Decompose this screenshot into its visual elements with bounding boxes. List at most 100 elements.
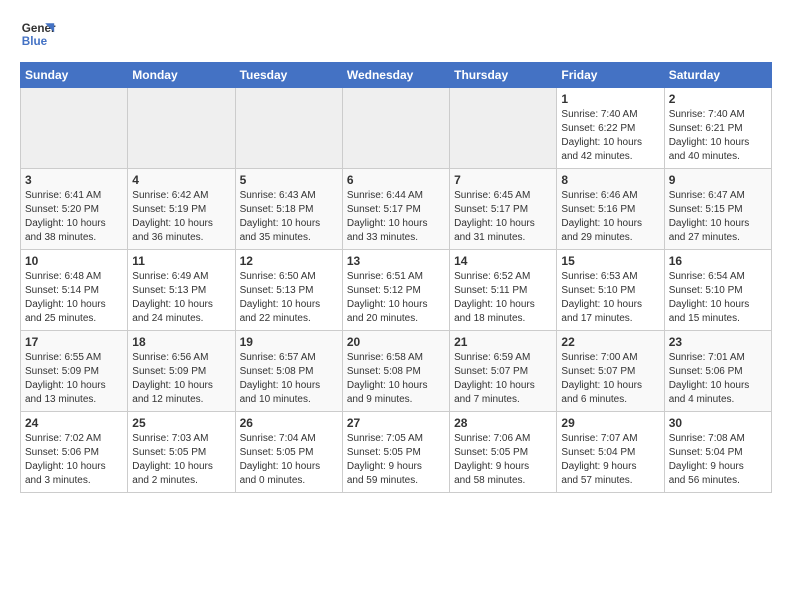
weekday-header-thursday: Thursday	[450, 63, 557, 88]
day-number: 25	[132, 416, 230, 430]
day-info: Sunrise: 6:57 AM Sunset: 5:08 PM Dayligh…	[240, 351, 338, 407]
day-number: 13	[347, 254, 445, 268]
day-info: Sunrise: 6:41 AM Sunset: 5:20 PM Dayligh…	[25, 189, 123, 245]
calendar-cell: 6 Sunrise: 6:44 AM Sunset: 5:17 PM Daylig…	[342, 169, 449, 250]
day-number: 4	[132, 173, 230, 187]
day-number: 18	[132, 335, 230, 349]
day-info: Sunrise: 6:43 AM Sunset: 5:18 PM Dayligh…	[240, 189, 338, 245]
calendar-cell: 3 Sunrise: 6:41 AM Sunset: 5:20 PM Daylig…	[21, 169, 128, 250]
day-number: 15	[561, 254, 659, 268]
day-info: Sunrise: 7:01 AM Sunset: 5:06 PM Dayligh…	[669, 351, 767, 407]
weekday-header-monday: Monday	[128, 63, 235, 88]
day-number: 6	[347, 173, 445, 187]
calendar-cell: 7Sunrise: 6:45 AM Sunset: 5:17 PM Daylig…	[450, 169, 557, 250]
calendar-cell: 28 Sunrise: 7:06 AM Sunset: 5:05 PM Dayli…	[450, 412, 557, 493]
weekday-header-tuesday: Tuesday	[235, 63, 342, 88]
day-info: Sunrise: 6:53 AM Sunset: 5:10 PM Dayligh…	[561, 270, 659, 326]
day-number: 8	[561, 173, 659, 187]
calendar-cell: 5 Sunrise: 6:43 AM Sunset: 5:18 PM Daylig…	[235, 169, 342, 250]
day-number: 22	[561, 335, 659, 349]
calendar-cell	[128, 88, 235, 169]
calendar-cell: 29 Sunrise: 7:07 AM Sunset: 5:04 PM Dayli…	[557, 412, 664, 493]
day-number: 20	[347, 335, 445, 349]
svg-text:Blue: Blue	[22, 35, 48, 48]
calendar-cell: 27 Sunrise: 7:05 AM Sunset: 5:05 PM Dayli…	[342, 412, 449, 493]
calendar-cell: 25Sunrise: 7:03 AM Sunset: 5:05 PM Dayli…	[128, 412, 235, 493]
day-info: Sunrise: 6:56 AM Sunset: 5:09 PM Dayligh…	[132, 351, 230, 407]
day-info: Sunrise: 6:58 AM Sunset: 5:08 PM Dayligh…	[347, 351, 445, 407]
day-info: Sunrise: 7:06 AM Sunset: 5:05 PM Dayligh…	[454, 432, 552, 488]
weekday-header-saturday: Saturday	[664, 63, 771, 88]
calendar-cell	[235, 88, 342, 169]
day-info: Sunrise: 6:47 AM Sunset: 5:15 PM Dayligh…	[669, 189, 767, 245]
day-info: Sunrise: 6:42 AM Sunset: 5:19 PM Dayligh…	[132, 189, 230, 245]
day-number: 24	[25, 416, 123, 430]
day-number: 10	[25, 254, 123, 268]
day-info: Sunrise: 6:59 AM Sunset: 5:07 PM Dayligh…	[454, 351, 552, 407]
calendar-cell: 12Sunrise: 6:50 AM Sunset: 5:13 PM Dayli…	[235, 250, 342, 331]
day-info: Sunrise: 7:40 AM Sunset: 6:21 PM Dayligh…	[669, 108, 767, 164]
day-number: 27	[347, 416, 445, 430]
day-number: 1	[561, 92, 659, 106]
calendar-cell: 21 Sunrise: 6:59 AM Sunset: 5:07 PM Dayli…	[450, 331, 557, 412]
calendar-cell: 9 Sunrise: 6:47 AM Sunset: 5:15 PM Daylig…	[664, 169, 771, 250]
calendar-cell: 1 Sunrise: 7:40 AM Sunset: 6:22 PM Daylig…	[557, 88, 664, 169]
calendar-cell: 20 Sunrise: 6:58 AM Sunset: 5:08 PM Dayli…	[342, 331, 449, 412]
logo-icon: General Blue	[20, 16, 56, 52]
day-info: Sunrise: 6:54 AM Sunset: 5:10 PM Dayligh…	[669, 270, 767, 326]
day-number: 29	[561, 416, 659, 430]
calendar-cell: 10 Sunrise: 6:48 AM Sunset: 5:14 PM Dayli…	[21, 250, 128, 331]
calendar-cell	[21, 88, 128, 169]
day-info: Sunrise: 7:04 AM Sunset: 5:05 PM Dayligh…	[240, 432, 338, 488]
calendar-header: General Blue	[20, 16, 772, 52]
day-number: 5	[240, 173, 338, 187]
calendar-cell: 22 Sunrise: 7:00 AM Sunset: 5:07 PM Dayli…	[557, 331, 664, 412]
day-number: 14	[454, 254, 552, 268]
day-number: 21	[454, 335, 552, 349]
calendar-cell: 8 Sunrise: 6:46 AM Sunset: 5:16 PM Daylig…	[557, 169, 664, 250]
calendar-cell: 23 Sunrise: 7:01 AM Sunset: 5:06 PM Dayli…	[664, 331, 771, 412]
day-info: Sunrise: 6:44 AM Sunset: 5:17 PM Dayligh…	[347, 189, 445, 245]
logo: General Blue	[20, 16, 58, 52]
week-row-3: 10 Sunrise: 6:48 AM Sunset: 5:14 PM Dayli…	[21, 250, 772, 331]
day-info: Sunrise: 6:49 AM Sunset: 5:13 PM Dayligh…	[132, 270, 230, 326]
calendar-cell: 18 Sunrise: 6:56 AM Sunset: 5:09 PM Dayli…	[128, 331, 235, 412]
day-number: 26	[240, 416, 338, 430]
calendar-cell: 19Sunrise: 6:57 AM Sunset: 5:08 PM Dayli…	[235, 331, 342, 412]
day-info: Sunrise: 6:48 AM Sunset: 5:14 PM Dayligh…	[25, 270, 123, 326]
calendar-cell: 14 Sunrise: 6:52 AM Sunset: 5:11 PM Dayli…	[450, 250, 557, 331]
week-row-2: 3 Sunrise: 6:41 AM Sunset: 5:20 PM Daylig…	[21, 169, 772, 250]
calendar-cell: 17Sunrise: 6:55 AM Sunset: 5:09 PM Dayli…	[21, 331, 128, 412]
day-info: Sunrise: 7:05 AM Sunset: 5:05 PM Dayligh…	[347, 432, 445, 488]
day-info: Sunrise: 7:00 AM Sunset: 5:07 PM Dayligh…	[561, 351, 659, 407]
day-number: 11	[132, 254, 230, 268]
calendar-cell	[450, 88, 557, 169]
day-info: Sunrise: 6:46 AM Sunset: 5:16 PM Dayligh…	[561, 189, 659, 245]
day-info: Sunrise: 7:40 AM Sunset: 6:22 PM Dayligh…	[561, 108, 659, 164]
calendar-container: General Blue SundayMondayTuesdayWednesda…	[0, 0, 792, 503]
calendar-cell: 26 Sunrise: 7:04 AM Sunset: 5:05 PM Dayli…	[235, 412, 342, 493]
day-info: Sunrise: 7:08 AM Sunset: 5:04 PM Dayligh…	[669, 432, 767, 488]
weekday-header-friday: Friday	[557, 63, 664, 88]
day-number: 23	[669, 335, 767, 349]
day-info: Sunrise: 6:55 AM Sunset: 5:09 PM Dayligh…	[25, 351, 123, 407]
calendar-cell	[342, 88, 449, 169]
week-row-5: 24Sunrise: 7:02 AM Sunset: 5:06 PM Dayli…	[21, 412, 772, 493]
weekday-header-sunday: Sunday	[21, 63, 128, 88]
calendar-cell: 4 Sunrise: 6:42 AM Sunset: 5:19 PM Daylig…	[128, 169, 235, 250]
day-info: Sunrise: 7:07 AM Sunset: 5:04 PM Dayligh…	[561, 432, 659, 488]
day-info: Sunrise: 6:52 AM Sunset: 5:11 PM Dayligh…	[454, 270, 552, 326]
calendar-table: SundayMondayTuesdayWednesdayThursdayFrid…	[20, 62, 772, 493]
day-info: Sunrise: 6:45 AM Sunset: 5:17 PM Dayligh…	[454, 189, 552, 245]
day-number: 28	[454, 416, 552, 430]
day-number: 9	[669, 173, 767, 187]
day-info: Sunrise: 6:50 AM Sunset: 5:13 PM Dayligh…	[240, 270, 338, 326]
day-number: 3	[25, 173, 123, 187]
calendar-cell: 15 Sunrise: 6:53 AM Sunset: 5:10 PM Dayli…	[557, 250, 664, 331]
calendar-cell: 13 Sunrise: 6:51 AM Sunset: 5:12 PM Dayli…	[342, 250, 449, 331]
day-number: 16	[669, 254, 767, 268]
calendar-cell: 24Sunrise: 7:02 AM Sunset: 5:06 PM Dayli…	[21, 412, 128, 493]
day-info: Sunrise: 6:51 AM Sunset: 5:12 PM Dayligh…	[347, 270, 445, 326]
calendar-cell: 16 Sunrise: 6:54 AM Sunset: 5:10 PM Dayli…	[664, 250, 771, 331]
weekday-header-row: SundayMondayTuesdayWednesdayThursdayFrid…	[21, 63, 772, 88]
